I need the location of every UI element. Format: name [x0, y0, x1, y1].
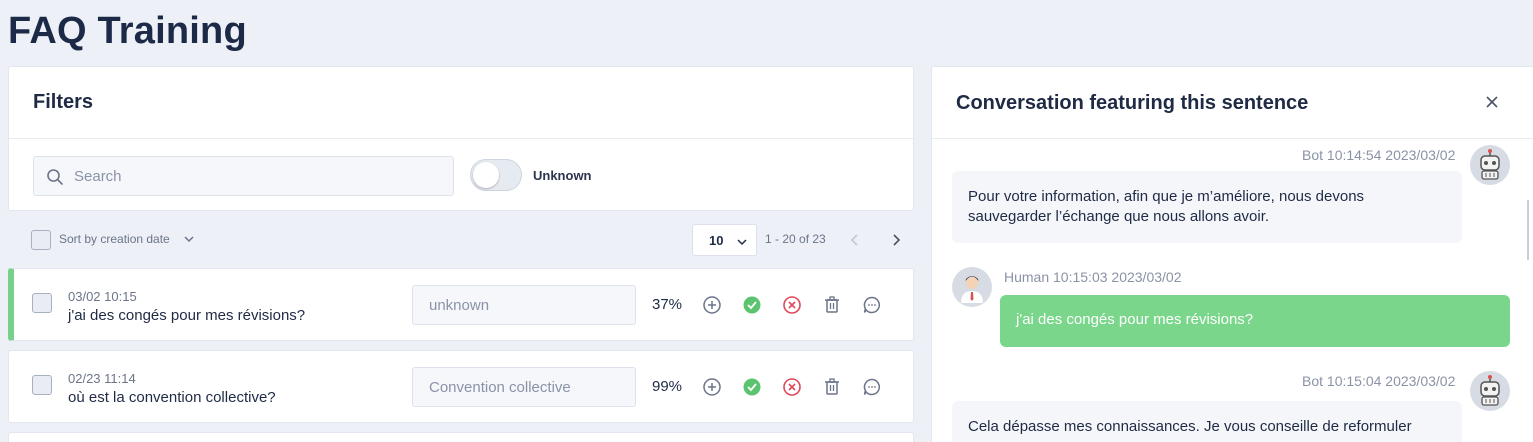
chevron-right-icon[interactable]	[890, 232, 902, 248]
check-circle-icon[interactable]	[742, 295, 762, 315]
human-message-bubble: j'ai des congés pour mes révisions?	[1000, 295, 1510, 347]
toggle-knob	[473, 162, 499, 188]
sort-dropdown-label[interactable]: Sort by creation date	[59, 232, 170, 246]
search-icon	[47, 169, 63, 185]
check-circle-icon[interactable]	[742, 377, 762, 397]
search-input[interactable]	[74, 157, 444, 195]
chevron-left-icon[interactable]	[849, 232, 861, 248]
trash-icon[interactable]	[822, 377, 842, 397]
row-checkbox[interactable]	[32, 293, 52, 313]
per-page-value: 10	[709, 233, 724, 248]
chat-bubble-icon[interactable]	[862, 377, 882, 397]
row-sentence: j'ai des congés pour mes révisions?	[68, 307, 306, 324]
conversation-panel: Conversation featuring this sentence Bot…	[931, 66, 1533, 442]
search-box[interactable]	[33, 156, 454, 196]
row-date: 02/23 11:14	[68, 371, 136, 386]
page-title: FAQ Training	[8, 10, 247, 52]
table-row[interactable]: 02/23 11:14 où est la convention collect…	[8, 350, 914, 423]
bot-message-bubble: Pour votre information, afin que je m’am…	[952, 171, 1462, 243]
message-meta: Bot 10:15:04 2023/03/02	[1302, 373, 1456, 389]
filters-title: Filters	[33, 91, 94, 113]
table-row[interactable]: 03/02 10:15 j'ai des congés pour mes rév…	[8, 268, 914, 341]
conversation-title: Conversation featuring this sentence	[956, 92, 1309, 114]
chevron-down-icon	[737, 239, 747, 246]
chat-bubble-icon[interactable]	[862, 295, 882, 315]
row-date: 03/02 10:15	[68, 289, 137, 304]
pagination-range: 1 - 20 of 23	[765, 232, 826, 246]
filters-card: Filters Unknown	[8, 66, 914, 211]
intent-field[interactable]: unknown	[412, 285, 636, 325]
intent-field[interactable]: Convention collective	[412, 367, 636, 407]
user-icon	[952, 267, 992, 307]
confidence-value: 99%	[652, 378, 683, 395]
list-toolbar: Sort by creation date 10 1 - 20 of 23	[8, 222, 914, 258]
filters-body: Unknown	[9, 139, 913, 211]
x-circle-icon[interactable]	[782, 377, 802, 397]
chevron-down-icon[interactable]	[184, 234, 194, 244]
row-sentence: où est la convention collective?	[68, 389, 276, 406]
x-circle-icon[interactable]	[782, 295, 802, 315]
bot-message-bubble: Cela dépasse mes connaissances. Je vous …	[952, 401, 1462, 442]
trash-icon[interactable]	[822, 295, 842, 315]
plus-circle-icon[interactable]	[702, 295, 722, 315]
conversation-scrollbar[interactable]	[1527, 200, 1529, 260]
robot-icon	[1470, 145, 1510, 185]
robot-icon	[1470, 371, 1510, 411]
plus-circle-icon[interactable]	[702, 377, 722, 397]
unknown-toggle[interactable]	[470, 159, 522, 191]
message-meta: Bot 10:14:54 2023/03/02	[1302, 147, 1456, 163]
filters-header: Filters	[9, 67, 913, 139]
table-row[interactable]	[8, 432, 914, 442]
select-all-checkbox[interactable]	[31, 230, 51, 250]
per-page-select[interactable]: 10	[692, 224, 757, 256]
message-meta: Human 10:15:03 2023/03/02	[1004, 269, 1182, 285]
row-checkbox[interactable]	[32, 375, 52, 395]
confidence-value: 37%	[652, 296, 683, 313]
conversation-header: Conversation featuring this sentence	[932, 67, 1533, 139]
toggle-label: Unknown	[533, 168, 592, 183]
close-icon[interactable]	[1485, 95, 1499, 109]
